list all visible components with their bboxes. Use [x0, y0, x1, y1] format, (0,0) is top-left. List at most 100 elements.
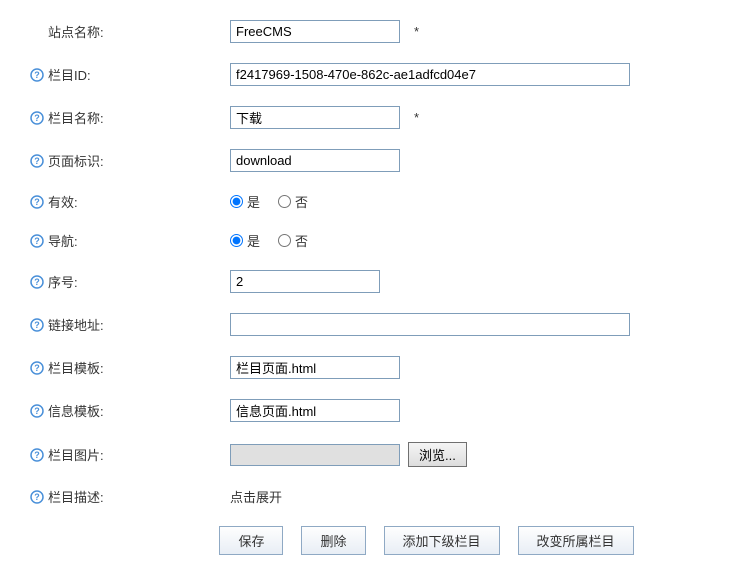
label-text: 有效: [48, 192, 78, 211]
svg-text:?: ? [34, 406, 40, 416]
navigation-no-label: 否 [295, 231, 308, 250]
help-icon[interactable]: ? [30, 490, 44, 504]
link-address-input[interactable] [230, 313, 630, 336]
button-row: 保存 删除 添加下级栏目 改变所属栏目 [30, 526, 723, 555]
change-parent-button[interactable]: 改变所属栏目 [518, 526, 634, 555]
help-icon[interactable]: ? [30, 404, 44, 418]
svg-text:?: ? [34, 277, 40, 287]
row-page-identifier: ? 页面标识: [30, 149, 723, 172]
field-order-number [230, 270, 723, 293]
label-text: 站点名称: [48, 22, 104, 41]
row-site-name: 站点名称: * [30, 20, 723, 43]
label-link-address: ? 链接地址: [30, 315, 230, 334]
navigation-no-item[interactable]: 否 [278, 231, 308, 250]
row-column-name: ? 栏目名称: * [30, 106, 723, 129]
svg-text:?: ? [34, 320, 40, 330]
row-link-address: ? 链接地址: [30, 313, 723, 336]
save-button[interactable]: 保存 [219, 526, 283, 555]
field-enabled: 是 否 [230, 192, 723, 211]
field-link-address [230, 313, 723, 336]
required-mark: * [414, 24, 419, 39]
svg-text:?: ? [34, 236, 40, 246]
svg-text:?: ? [34, 197, 40, 207]
label-info-template: ? 信息模板: [30, 401, 230, 420]
help-icon[interactable]: ? [30, 68, 44, 82]
label-text: 栏目名称: [48, 108, 104, 127]
row-info-template: ? 信息模板: [30, 399, 723, 422]
required-mark: * [414, 110, 419, 125]
row-column-template: ? 栏目模板: [30, 356, 723, 379]
help-icon[interactable]: ? [30, 154, 44, 168]
column-id-input[interactable] [230, 63, 630, 86]
row-column-image: ? 栏目图片: 浏览... [30, 442, 723, 467]
label-enabled: ? 有效: [30, 192, 230, 211]
label-page-identifier: ? 页面标识: [30, 151, 230, 170]
navigation-no-radio[interactable] [278, 234, 291, 247]
label-text: 页面标识: [48, 151, 104, 170]
row-column-id: ? 栏目ID: [30, 63, 723, 86]
label-text: 栏目ID: [48, 65, 91, 84]
label-order-number: ? 序号: [30, 272, 230, 291]
field-navigation: 是 否 [230, 231, 723, 250]
label-navigation: ? 导航: [30, 231, 230, 250]
label-text: 导航: [48, 231, 78, 250]
delete-button[interactable]: 删除 [301, 526, 365, 555]
label-text: 信息模板: [48, 401, 104, 420]
column-name-input[interactable] [230, 106, 400, 129]
row-column-desc: ? 栏目描述: 点击展开 [30, 487, 723, 506]
enabled-no-item[interactable]: 否 [278, 192, 308, 211]
label-text: 链接地址: [48, 315, 104, 334]
label-column-name: ? 栏目名称: [30, 108, 230, 127]
row-navigation: ? 导航: 是 否 [30, 231, 723, 250]
help-icon[interactable]: ? [30, 448, 44, 462]
enabled-yes-label: 是 [247, 192, 260, 211]
field-column-name: * [230, 106, 723, 129]
field-column-image: 浏览... [230, 442, 723, 467]
label-column-template: ? 栏目模板: [30, 358, 230, 377]
svg-text:?: ? [34, 156, 40, 166]
enabled-yes-item[interactable]: 是 [230, 192, 260, 211]
site-name-input[interactable] [230, 20, 400, 43]
svg-text:?: ? [34, 492, 40, 502]
help-icon[interactable]: ? [30, 234, 44, 248]
label-text: 序号: [48, 272, 78, 291]
navigation-yes-radio[interactable] [230, 234, 243, 247]
label-column-id: ? 栏目ID: [30, 65, 230, 84]
enabled-radio-group: 是 否 [230, 192, 308, 211]
field-column-template [230, 356, 723, 379]
enabled-no-radio[interactable] [278, 195, 291, 208]
svg-text:?: ? [34, 70, 40, 80]
help-icon[interactable]: ? [30, 195, 44, 209]
help-icon[interactable]: ? [30, 361, 44, 375]
expand-toggle[interactable]: 点击展开 [230, 487, 282, 506]
info-template-input[interactable] [230, 399, 400, 422]
label-column-desc: ? 栏目描述: [30, 487, 230, 506]
field-column-id [230, 63, 723, 86]
enabled-yes-radio[interactable] [230, 195, 243, 208]
field-column-desc: 点击展开 [230, 487, 723, 506]
label-text: 栏目描述: [48, 487, 104, 506]
row-order-number: ? 序号: [30, 270, 723, 293]
enabled-no-label: 否 [295, 192, 308, 211]
help-icon[interactable]: ? [30, 318, 44, 332]
navigation-yes-label: 是 [247, 231, 260, 250]
label-column-image: ? 栏目图片: [30, 445, 230, 464]
navigation-yes-item[interactable]: 是 [230, 231, 260, 250]
svg-text:?: ? [34, 450, 40, 460]
field-site-name: * [230, 20, 723, 43]
order-number-input[interactable] [230, 270, 380, 293]
navigation-radio-group: 是 否 [230, 231, 308, 250]
svg-text:?: ? [34, 113, 40, 123]
column-template-input[interactable] [230, 356, 400, 379]
svg-text:?: ? [34, 363, 40, 373]
help-icon[interactable]: ? [30, 111, 44, 125]
page-identifier-input[interactable] [230, 149, 400, 172]
row-enabled: ? 有效: 是 否 [30, 192, 723, 211]
file-display[interactable] [230, 444, 400, 466]
label-text: 栏目模板: [48, 358, 104, 377]
add-sub-button[interactable]: 添加下级栏目 [384, 526, 500, 555]
browse-button[interactable]: 浏览... [408, 442, 467, 467]
field-page-identifier [230, 149, 723, 172]
label-site-name: 站点名称: [30, 22, 230, 41]
help-icon[interactable]: ? [30, 275, 44, 289]
